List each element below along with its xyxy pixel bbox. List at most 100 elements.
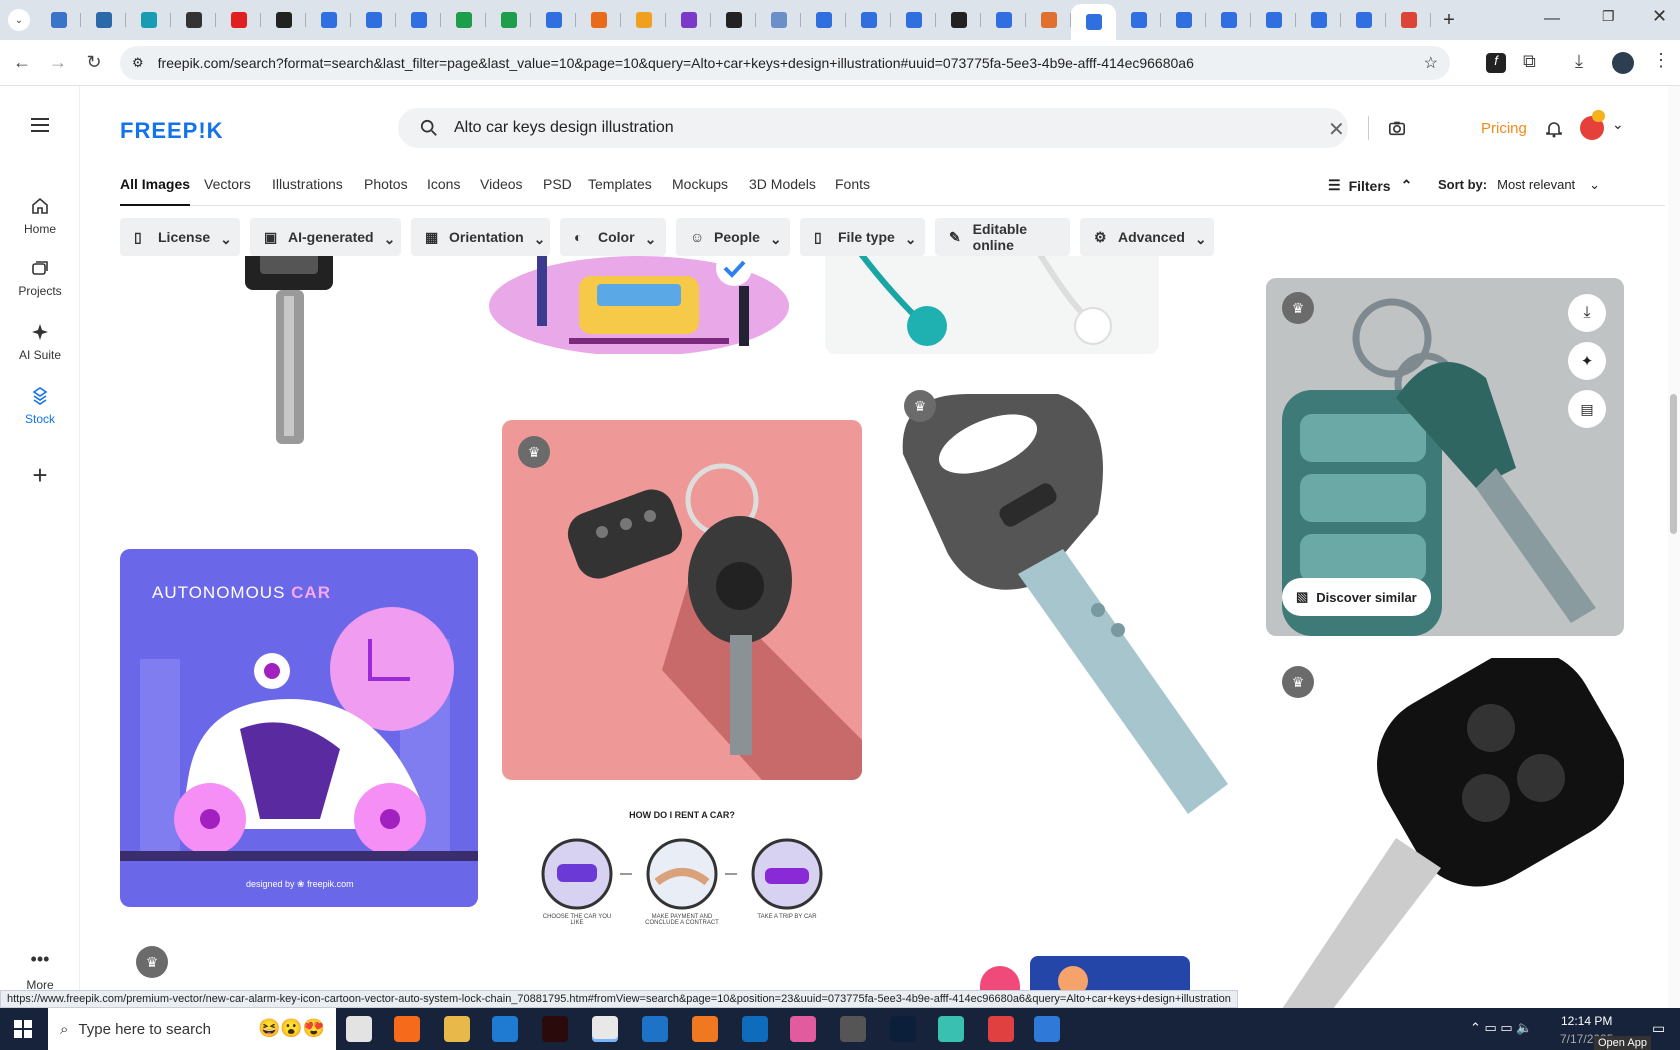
back-button[interactable]: ← (4, 45, 40, 81)
filter-chip-license[interactable]: ▯ License ⌄ (120, 218, 240, 256)
browser-tab[interactable] (1161, 4, 1206, 36)
taskbar-app-icon[interactable] (394, 1016, 420, 1042)
result-card-autonomous-car[interactable]: AUTONOMOUS CAR designed by ❀ freepik.com (120, 549, 478, 907)
browser-tab[interactable] (216, 4, 261, 36)
browser-tab[interactable] (1026, 4, 1071, 36)
downloads-icon[interactable]: ⤓ (1575, 51, 1583, 72)
result-card-gray-key[interactable]: ♛ (888, 374, 1248, 844)
freepik-logo[interactable]: FREEP!K (120, 118, 224, 144)
taskbar-app-icon[interactable] (492, 1016, 518, 1042)
result-card-key-pink[interactable]: ♛ (502, 420, 862, 780)
account-chevron-icon[interactable]: ⌄ (1612, 116, 1624, 133)
user-avatar[interactable] (1580, 110, 1605, 140)
browser-tab[interactable] (351, 4, 396, 36)
tab-all-images[interactable]: All Images (120, 176, 191, 206)
browser-tab[interactable] (891, 4, 936, 36)
result-card-teal-key-hovered[interactable]: ♛ ⤓ ✦ ▤ ▧ Discover similar (1266, 278, 1624, 636)
taskbar-app-icon[interactable] (938, 1016, 964, 1042)
result-card-keychain-photo[interactable] (825, 256, 1159, 354)
site-info-icon[interactable]: ⚙ (132, 55, 144, 71)
browser-tab[interactable] (576, 4, 621, 36)
browser-tab[interactable] (711, 4, 756, 36)
add-icon[interactable]: + (20, 456, 60, 496)
filters-toggle[interactable]: ☰ Filters ⌃ (1328, 177, 1412, 194)
result-card-black-remote-key[interactable]: ♛ (1266, 658, 1624, 1008)
maximize-button[interactable]: ❐ (1602, 8, 1615, 25)
taskbar-app-icon[interactable] (592, 1016, 618, 1042)
tab-photos[interactable]: Photos (364, 176, 408, 206)
browser-tab[interactable] (1206, 4, 1251, 36)
browser-tab[interactable] (171, 4, 216, 36)
taskbar-app-icon[interactable] (542, 1016, 568, 1042)
taskbar-app-icon[interactable] (742, 1016, 768, 1042)
sidebar-item-projects[interactable]: Projects (0, 258, 80, 298)
page-scrollbar[interactable] (1668, 86, 1680, 1008)
hamburger-menu-icon[interactable] (31, 118, 49, 132)
browser-tab[interactable] (441, 4, 486, 36)
browser-tab[interactable] (531, 4, 576, 36)
notification-icon[interactable]: ▭ (1652, 1020, 1665, 1037)
browser-tab[interactable] (1296, 4, 1341, 36)
tab-search-button[interactable]: ⌄ (8, 9, 30, 31)
taskbar-search[interactable]: ⌕ Type here to search 😆😮😍 (48, 1008, 336, 1050)
taskbar-app-icon[interactable] (444, 1016, 470, 1042)
browser-tab[interactable] (36, 4, 81, 36)
bookmark-star-icon[interactable]: ☆ (1424, 53, 1438, 73)
sidebar-item-stock[interactable]: Stock (0, 386, 80, 426)
filter-chip-file-type[interactable]: ▯ File type ⌄ (800, 218, 925, 256)
browser-tab[interactable] (1116, 4, 1161, 36)
taskbar-app-icon[interactable] (346, 1016, 372, 1042)
filter-chip-people[interactable]: ☺ People ⌄ (676, 218, 790, 256)
search-input[interactable]: Alto car keys design illustration (454, 119, 674, 137)
browser-tab[interactable] (126, 4, 171, 36)
search-bar[interactable]: Alto car keys design illustration ✕ (398, 108, 1406, 148)
browser-tab[interactable] (801, 4, 846, 36)
tab-psd[interactable]: PSD (543, 176, 572, 206)
save-to-collection-button[interactable]: ▤ (1568, 390, 1606, 428)
sidebar-item-ai-suite[interactable]: AI Suite (0, 322, 80, 362)
browser-tab[interactable] (1341, 4, 1386, 36)
browser-tab[interactable] (1251, 4, 1296, 36)
browser-tab[interactable] (396, 4, 441, 36)
close-window-button[interactable]: ✕ (1652, 6, 1667, 27)
filter-chip-ai-generated[interactable]: ▣ AI-generated ⌄ (250, 218, 401, 256)
browser-tab[interactable] (81, 4, 126, 36)
browser-tab[interactable] (981, 4, 1026, 36)
camera-search-icon[interactable] (1388, 119, 1406, 137)
new-tab-button[interactable]: + (1437, 8, 1461, 32)
tab-3d-models[interactable]: 3D Models (749, 176, 816, 206)
taskbar-app-icon[interactable] (790, 1016, 816, 1042)
browser-tab[interactable] (621, 4, 666, 36)
minimize-button[interactable]: — (1544, 10, 1560, 28)
taskbar-app-icon[interactable] (890, 1016, 916, 1042)
result-card-key-topleft[interactable] (120, 256, 454, 496)
extension-f-icon[interactable]: f (1486, 53, 1506, 73)
sidebar-item-home[interactable]: Home (0, 196, 80, 236)
discover-similar-button[interactable]: ▧ Discover similar (1282, 578, 1431, 616)
scrollbar-thumb[interactable] (1670, 394, 1677, 534)
tab-vectors[interactable]: Vectors (204, 176, 251, 206)
taskbar-app-icon[interactable] (988, 1016, 1014, 1042)
download-button[interactable]: ⤓ (1568, 294, 1606, 332)
browser-tab[interactable] (306, 4, 351, 36)
pricing-link[interactable]: Pricing (1481, 120, 1527, 137)
windows-start-icon[interactable] (14, 1020, 32, 1038)
filter-chip-orientation[interactable]: ▦ Orientation ⌄ (411, 218, 550, 256)
browser-tab[interactable] (846, 4, 891, 36)
browser-tab[interactable] (1071, 4, 1116, 40)
notification-bell-icon[interactable] (1544, 119, 1564, 139)
browser-tab[interactable] (486, 4, 531, 36)
omnibox[interactable]: ⚙ freepik.com/search?format=search&last_… (120, 46, 1450, 80)
result-card-car-service[interactable] (469, 256, 803, 354)
ai-edit-button[interactable]: ✦ (1568, 342, 1606, 380)
tab-videos[interactable]: Videos (480, 176, 523, 206)
browser-tab[interactable] (261, 4, 306, 36)
tab-illustrations[interactable]: Illustrations (272, 176, 343, 206)
taskbar-app-icon[interactable] (840, 1016, 866, 1042)
taskbar-app-icon[interactable] (1034, 1016, 1060, 1042)
forward-button[interactable]: → (40, 45, 76, 81)
result-card-rent-car[interactable]: HOW DO I RENT A CAR? CHOOSE THE CAR YOU … (502, 802, 862, 952)
sort-dropdown[interactable]: Sort by: Most relevant ⌄ (1438, 177, 1600, 193)
extensions-puzzle-icon[interactable]: ⧉ (1523, 51, 1536, 72)
clear-search-icon[interactable]: ✕ (1328, 117, 1345, 142)
